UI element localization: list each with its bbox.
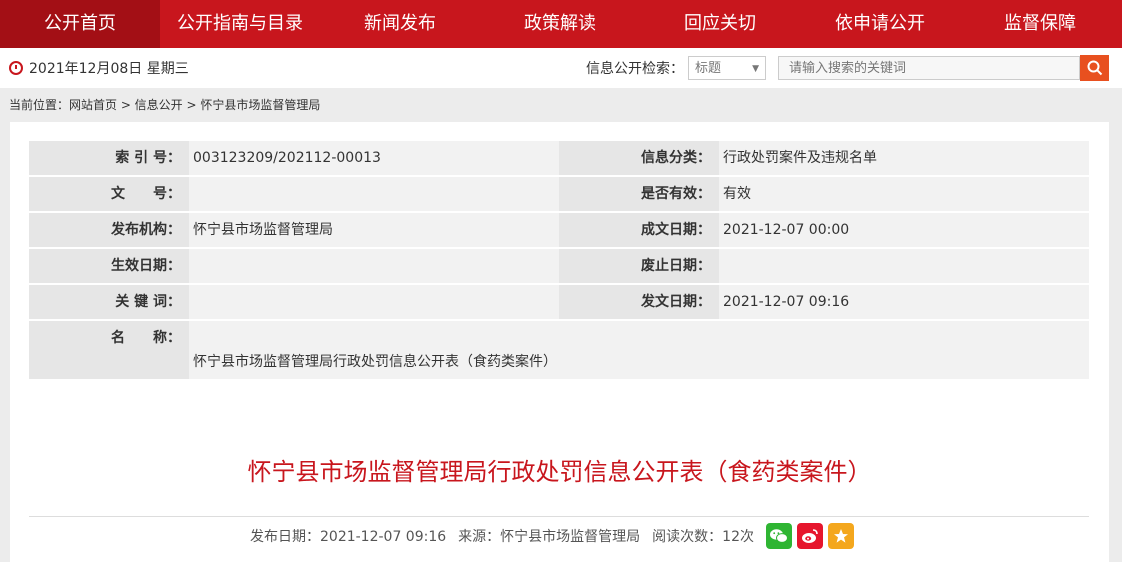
keywords-label: 关 键 词： [29,285,189,319]
date-text: 2021年12月08日 星期三 [29,61,189,77]
weibo-icon [802,529,818,543]
search-icon [1087,60,1102,76]
validity-label: 是否有效： [559,177,719,211]
category-label: 信息分类： [559,141,719,175]
info-row: 文 号： 是否有效： 有效 [29,177,1089,211]
article-meta: 发布日期：2021-12-07 09:16 来源：怀宁县市场监督管理局 阅读次数… [250,523,859,549]
nav-home[interactable]: 公开首页 [0,0,160,48]
article-publish-date: 发布日期：2021-12-07 09:16 [250,529,447,545]
content-panel: 索 引 号： 003123209/202112-00013 信息分类： 行政处罚… [10,122,1109,562]
keywords-value [189,285,559,319]
publish-date-label: 发文日期： [559,285,719,319]
publishing-org-label: 发布机构： [29,213,189,247]
info-row: 索 引 号： 003123209/202112-00013 信息分类： 行政处罚… [29,141,1089,175]
nav-supervision[interactable]: 监督保障 [960,0,1120,48]
nav-policy-interpretation[interactable]: 政策解读 [480,0,640,48]
written-date-value: 2021-12-07 00:00 [719,213,1089,247]
publish-date-value: 2021-12-07 09:16 [719,285,1089,319]
search-select-value: 标题 [695,61,722,76]
validity-value: 有效 [719,177,1089,211]
index-number-value: 003123209/202112-00013 [189,141,559,175]
document-name-label: 名 称： [29,321,189,379]
publishing-org-value: 怀宁县市场监督管理局 [189,213,559,247]
top-navigation: 公开首页 公开指南与目录 新闻发布 政策解读 回应关切 依申请公开 监督保障 [0,0,1122,48]
nav-responses[interactable]: 回应关切 [640,0,800,48]
nav-guide-catalog[interactable]: 公开指南与目录 [160,0,320,48]
document-number-label: 文 号： [29,177,189,211]
document-number-value [189,177,559,211]
divider [29,516,1089,517]
nav-news[interactable]: 新闻发布 [320,0,480,48]
info-row: 关 键 词： 发文日期： 2021-12-07 09:16 [29,285,1089,319]
info-row: 名 称： 怀宁县市场监督管理局行政处罚信息公开表（食药类案件） [29,321,1089,379]
wechat-share-button[interactable] [766,523,792,549]
search-field-select[interactable]: 标题 ▼ [688,56,766,80]
article-read-count: 阅读次数：12次 [652,529,754,545]
search-input[interactable]: 请输入搜索的关键词 [778,56,1080,80]
info-row: 发布机构： 怀宁县市场监督管理局 成文日期： 2021-12-07 00:00 [29,213,1089,247]
info-row: 生效日期： 废止日期： [29,249,1089,283]
search-area: 信息公开检索： 标题 ▼ 请输入搜索的关键词 [586,55,1109,81]
article-title: 怀宁县市场监督管理局行政处罚信息公开表（食药类案件） [247,458,872,486]
favorite-button[interactable] [828,523,854,549]
abolish-date-label: 废止日期： [559,249,719,283]
nav-apply-disclosure[interactable]: 依申请公开 [800,0,960,48]
star-icon [834,529,848,543]
abolish-date-value [719,249,1089,283]
clock-icon [9,61,23,75]
info-table: 索 引 号： 003123209/202112-00013 信息分类： 行政处罚… [29,141,1089,381]
dropdown-arrow-icon: ▼ [752,64,759,74]
current-date: 2021年12月08日 星期三 [9,58,189,78]
effective-date-value [189,249,559,283]
category-value: 行政处罚案件及违规名单 [719,141,1089,175]
wechat-icon [770,529,788,543]
search-label: 信息公开检索： [586,61,684,77]
written-date-label: 成文日期： [559,213,719,247]
breadcrumb: 当前位置：网站首页 > 信息公开 > 怀宁县市场监督管理局 [9,98,321,112]
weibo-share-button[interactable] [797,523,823,549]
date-search-bar: 2021年12月08日 星期三 信息公开检索： 标题 ▼ 请输入搜索的关键词 [0,48,1122,88]
article-source: 来源：怀宁县市场监督管理局 [458,529,641,545]
document-name-value: 怀宁县市场监督管理局行政处罚信息公开表（食药类案件） [189,321,1089,379]
index-number-label: 索 引 号： [29,141,189,175]
search-button[interactable] [1080,55,1109,81]
effective-date-label: 生效日期： [29,249,189,283]
